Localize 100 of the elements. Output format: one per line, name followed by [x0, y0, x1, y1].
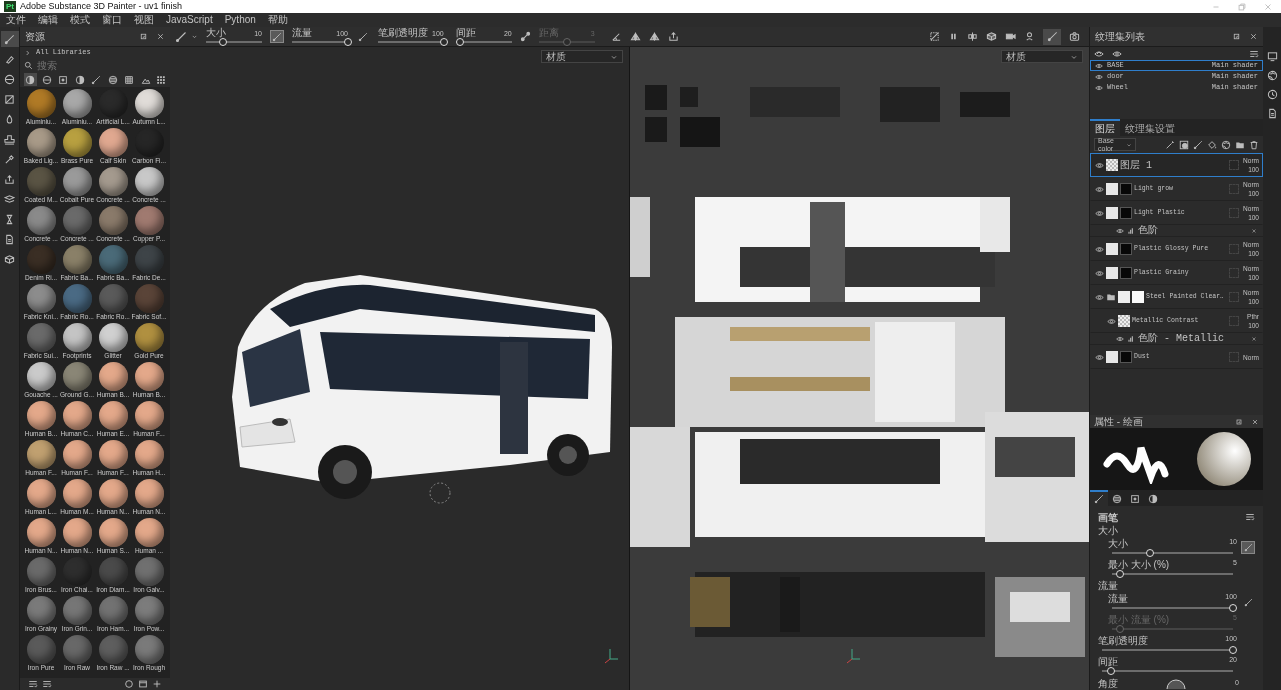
- eye-icon[interactable]: [1112, 48, 1122, 59]
- menu-item[interactable]: JavaScript: [160, 13, 219, 27]
- eye-icon[interactable]: [1107, 316, 1116, 326]
- jitter-icon[interactable]: [519, 31, 531, 42]
- brush-icon[interactable]: [1193, 139, 1203, 150]
- list-settings-icon[interactable]: [1249, 48, 1259, 59]
- search-field[interactable]: 搜索: [37, 59, 157, 72]
- globe-icon[interactable]: [1266, 70, 1278, 81]
- pause-icon[interactable]: [948, 31, 959, 42]
- square-icon[interactable]: [4, 93, 15, 105]
- close-icon[interactable]: [1251, 227, 1257, 234]
- pipette-icon[interactable]: [4, 153, 15, 165]
- hatched-circle-icon[interactable]: [1112, 494, 1122, 504]
- stamp-icon[interactable]: [4, 133, 15, 145]
- close-icon[interactable]: [156, 32, 165, 41]
- filter-button[interactable]: [90, 73, 103, 86]
- property-tab[interactable]: [1090, 490, 1108, 506]
- video-camera-icon[interactable]: [1005, 31, 1016, 42]
- menu-item[interactable]: 文件: [0, 13, 32, 27]
- menu-item[interactable]: 帮助: [261, 13, 294, 27]
- levels-icon[interactable]: [1127, 226, 1135, 235]
- document-icon[interactable]: [1266, 108, 1278, 119]
- list-icon[interactable]: [42, 679, 52, 689]
- symmetry-icon[interactable]: [648, 31, 660, 42]
- eye-icon[interactable]: [1095, 268, 1104, 278]
- undock-icon[interactable]: [139, 32, 148, 41]
- list-icon[interactable]: [28, 679, 38, 689]
- view-mode-dropdown[interactable]: 材质: [1001, 50, 1083, 63]
- undock-icon[interactable]: [1232, 32, 1241, 41]
- hourglass-icon[interactable]: [4, 213, 15, 225]
- layer-thumbnail: [1106, 267, 1118, 279]
- eye-icon[interactable]: [1095, 184, 1104, 194]
- view-mode-dropdown[interactable]: 材质: [541, 50, 623, 63]
- eye-icon[interactable]: [1095, 83, 1103, 92]
- menu-item[interactable]: Python: [218, 13, 262, 27]
- filter-button[interactable]: [73, 73, 86, 86]
- filter-button[interactable]: [40, 73, 53, 86]
- eye-icon[interactable]: [1095, 244, 1104, 254]
- eye-cycle-icon[interactable]: [1094, 48, 1104, 59]
- panel-tab[interactable]: 图层: [1090, 119, 1120, 136]
- tool-button[interactable]: [0, 31, 19, 47]
- chevron-icon[interactable]: [24, 49, 32, 57]
- drop-icon[interactable]: [4, 113, 15, 125]
- undock-icon[interactable]: [1235, 417, 1243, 426]
- panel-tab[interactable]: 纹理集设置: [1120, 119, 1180, 136]
- eye-icon[interactable]: [1095, 352, 1104, 362]
- light-icon[interactable]: [1024, 31, 1035, 42]
- filter-button[interactable]: [106, 73, 119, 86]
- menu-item[interactable]: 窗口: [96, 13, 128, 27]
- brush-icon[interactable]: [4, 33, 15, 45]
- add-icon[interactable]: [152, 679, 162, 689]
- angle-icon[interactable]: [610, 31, 622, 42]
- app-logo-icon: Pt: [4, 1, 16, 12]
- effect-row[interactable]: 色阶 - Metallic: [1090, 333, 1263, 345]
- menu-item[interactable]: 编辑: [32, 13, 64, 27]
- camera-icon[interactable]: [1069, 31, 1080, 42]
- eye-icon[interactable]: [1095, 208, 1104, 218]
- mask-icon[interactable]: [1179, 139, 1189, 150]
- eye-icon[interactable]: [1095, 72, 1103, 81]
- trash-icon[interactable]: [1249, 139, 1259, 150]
- sphere-icon[interactable]: [4, 73, 15, 85]
- close-icon[interactable]: [1251, 335, 1257, 342]
- filter-button[interactable]: [24, 73, 37, 86]
- document-icon[interactable]: [4, 233, 15, 245]
- filter-button[interactable]: [57, 73, 70, 86]
- menu-item[interactable]: 模式: [64, 13, 96, 27]
- close-icon[interactable]: [1249, 32, 1258, 41]
- angle-dial[interactable]: [1166, 677, 1186, 689]
- menu-item[interactable]: 视图: [128, 13, 160, 27]
- eye-icon[interactable]: [1095, 292, 1104, 302]
- folder-icon[interactable]: [1106, 292, 1116, 302]
- symmetry-icon[interactable]: [629, 31, 641, 42]
- circle-icon[interactable]: [124, 679, 134, 689]
- eye-icon[interactable]: [1095, 61, 1103, 70]
- wand-icon[interactable]: [1165, 139, 1175, 150]
- close-icon[interactable]: [1251, 417, 1259, 426]
- effect-row[interactable]: 色阶: [1090, 225, 1263, 237]
- eye-icon[interactable]: [1095, 160, 1104, 170]
- sphere-icon[interactable]: [1148, 494, 1158, 504]
- upload-icon[interactable]: [4, 173, 15, 185]
- grid-view-icon[interactable]: [156, 74, 166, 85]
- eraser-icon[interactable]: [4, 53, 15, 65]
- levels-icon[interactable]: [1127, 334, 1135, 343]
- brush-icon[interactable]: [1094, 494, 1104, 504]
- layers-icon[interactable]: [4, 193, 15, 205]
- sphere-icon[interactable]: [1221, 139, 1231, 150]
- filter-button[interactable]: [123, 73, 136, 86]
- brush-preset-icon[interactable]: [175, 30, 187, 43]
- square-icon[interactable]: [1130, 494, 1140, 504]
- display-icon[interactable]: [1266, 51, 1278, 62]
- cube-icon[interactable]: [986, 31, 997, 42]
- window-icon[interactable]: [138, 679, 148, 689]
- box-icon[interactable]: [4, 253, 15, 265]
- eye-icon[interactable]: [1116, 226, 1124, 235]
- list-settings-icon[interactable]: [1245, 512, 1255, 522]
- eye-icon[interactable]: [1116, 334, 1124, 343]
- caret-icon[interactable]: [191, 33, 198, 40]
- history-icon[interactable]: [1266, 89, 1278, 100]
- split-view-icon[interactable]: [967, 31, 978, 42]
- bucket-icon[interactable]: [1207, 139, 1217, 150]
